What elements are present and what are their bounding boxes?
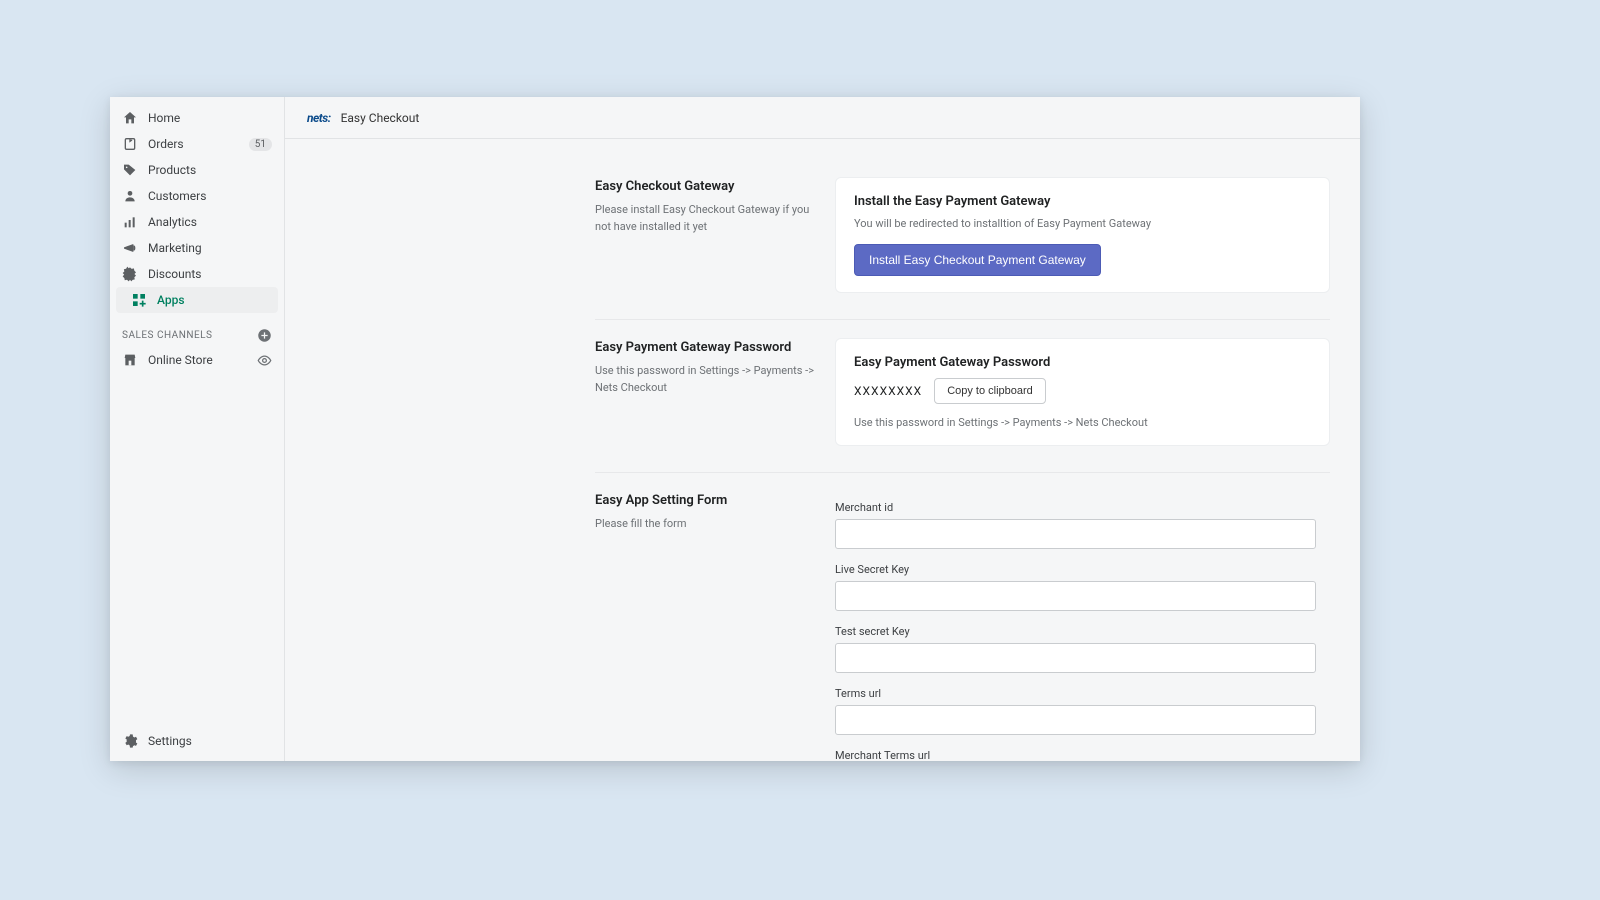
section-password-info: Easy Payment Gateway Password Use this p…: [595, 338, 815, 464]
nav-label: Apps: [157, 293, 185, 307]
sidebar: Home Orders 51 Products Customers Analyt…: [110, 97, 285, 761]
card-title: Install the Easy Payment Gateway: [854, 194, 1311, 209]
sidebar-item-orders[interactable]: Orders 51: [110, 131, 284, 157]
password-value: XXXXXXXX: [854, 384, 922, 398]
sidebar-item-customers[interactable]: Customers: [110, 183, 284, 209]
nav-label: Products: [148, 163, 196, 177]
discount-icon: [122, 266, 138, 282]
field-label: Live Secret Key: [835, 563, 1316, 576]
field-label: Merchant id: [835, 501, 1316, 514]
nav-label: Marketing: [148, 241, 202, 255]
section-desc: Use this password in Settings -> Payment…: [595, 363, 815, 396]
sidebar-item-products[interactable]: Products: [110, 157, 284, 183]
nav-label: Home: [148, 111, 180, 125]
settings-label: Settings: [148, 734, 192, 748]
settings-form: Merchant id Live Secret Key Test secret …: [835, 491, 1330, 761]
section-heading: Easy Payment Gateway Password: [595, 340, 815, 355]
card-hint: Use this password in Settings -> Payment…: [854, 416, 1311, 429]
section-form-info: Easy App Setting Form Please fill the fo…: [595, 491, 815, 761]
sidebar-item-analytics[interactable]: Analytics: [110, 209, 284, 235]
terms-url-input[interactable]: [835, 705, 1316, 735]
orders-badge: 51: [249, 138, 272, 151]
sidebar-item-discounts[interactable]: Discounts: [110, 261, 284, 287]
nav-label: Online Store: [148, 353, 213, 367]
sidebar-item-online-store[interactable]: Online Store: [110, 347, 284, 373]
store-icon: [122, 352, 138, 368]
field-terms-url: Terms url: [835, 687, 1330, 735]
field-label: Merchant Terms url: [835, 749, 1316, 761]
card-title: Easy Payment Gateway Password: [854, 355, 1311, 370]
live-secret-input[interactable]: [835, 581, 1316, 611]
eye-icon[interactable]: [256, 352, 272, 368]
brand-logo: nets:: [307, 111, 331, 125]
orders-icon: [122, 136, 138, 152]
nav-label: Customers: [148, 189, 206, 203]
section-form: Easy App Setting Form Please fill the fo…: [595, 483, 1330, 761]
section-heading: Easy App Setting Form: [595, 493, 815, 508]
section-gateway: Easy Checkout Gateway Please install Eas…: [595, 169, 1330, 320]
section-desc: Please install Easy Checkout Gateway if …: [595, 202, 815, 235]
megaphone-icon: [122, 240, 138, 256]
nav-list: Home Orders 51 Products Customers Analyt…: [110, 97, 284, 313]
sales-channels-label: SALES CHANNELS: [122, 330, 212, 341]
topbar: nets: Easy Checkout: [285, 97, 1360, 139]
merchant-id-input[interactable]: [835, 519, 1316, 549]
page-title: Easy Checkout: [341, 111, 420, 125]
analytics-icon: [122, 214, 138, 230]
person-icon: [122, 188, 138, 204]
field-label: Terms url: [835, 687, 1316, 700]
sales-channels-header: SALES CHANNELS: [110, 313, 284, 347]
card-desc: You will be redirected to installtion of…: [854, 217, 1311, 230]
content: Easy Checkout Gateway Please install Eas…: [285, 139, 1360, 761]
app-window: Home Orders 51 Products Customers Analyt…: [110, 97, 1360, 761]
nav-label: Analytics: [148, 215, 197, 229]
gear-icon: [122, 733, 138, 749]
gateway-card: Install the Easy Payment Gateway You wil…: [835, 177, 1330, 293]
field-label: Test secret Key: [835, 625, 1316, 638]
install-gateway-button[interactable]: Install Easy Checkout Payment Gateway: [854, 244, 1101, 276]
section-heading: Easy Checkout Gateway: [595, 179, 815, 194]
test-secret-input[interactable]: [835, 643, 1316, 673]
sidebar-item-marketing[interactable]: Marketing: [110, 235, 284, 261]
nav-label: Discounts: [148, 267, 201, 281]
password-row: XXXXXXXX Copy to clipboard: [854, 378, 1311, 404]
copy-clipboard-button[interactable]: Copy to clipboard: [934, 378, 1046, 404]
field-merchant-id: Merchant id: [835, 501, 1330, 549]
section-gateway-info: Easy Checkout Gateway Please install Eas…: [595, 177, 815, 311]
home-icon: [122, 110, 138, 126]
sidebar-item-apps[interactable]: Apps: [116, 287, 278, 313]
section-desc: Please fill the form: [595, 516, 815, 533]
sidebar-item-settings[interactable]: Settings: [110, 722, 284, 761]
add-channel-icon[interactable]: [256, 327, 272, 343]
field-test-secret: Test secret Key: [835, 625, 1330, 673]
section-password: Easy Payment Gateway Password Use this p…: [595, 330, 1330, 473]
password-card: Easy Payment Gateway Password XXXXXXXX C…: [835, 338, 1330, 446]
sidebar-item-home[interactable]: Home: [110, 105, 284, 131]
tag-icon: [122, 162, 138, 178]
main: nets: Easy Checkout Easy Checkout Gatewa…: [285, 97, 1360, 761]
nav-label: Orders: [148, 137, 184, 151]
field-merchant-terms-url: Merchant Terms url: [835, 749, 1330, 761]
apps-icon: [131, 292, 147, 308]
field-live-secret: Live Secret Key: [835, 563, 1330, 611]
